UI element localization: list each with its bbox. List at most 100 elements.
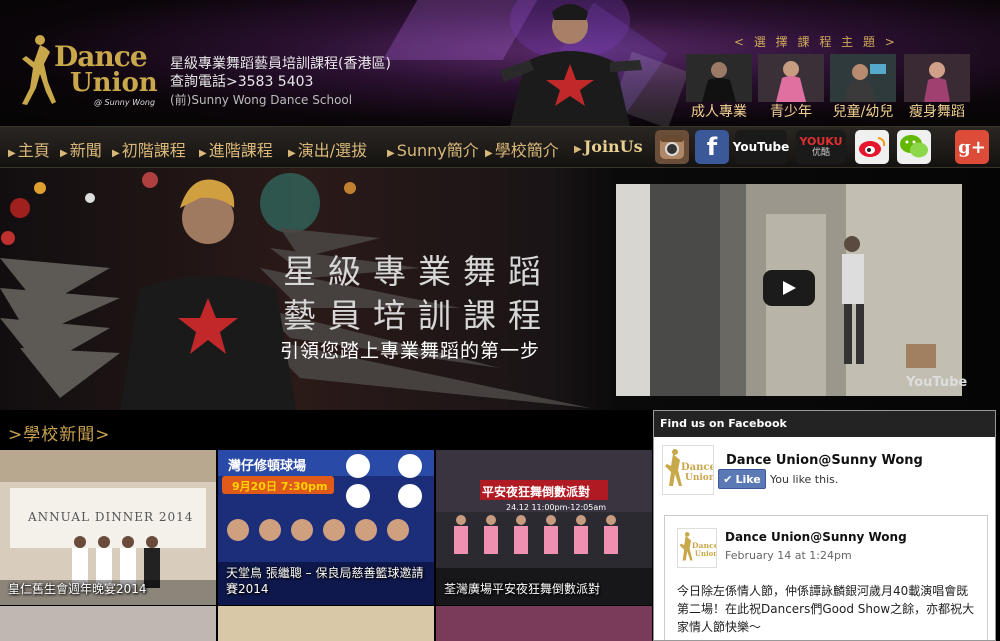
nav-label: 新聞 bbox=[69, 141, 102, 160]
news-item-xmas-party[interactable]: 平安夜狂舞倒數派對 24.12 11:00pm-12:05am 荃灣廣場平安夜狂… bbox=[436, 450, 652, 605]
info-title: 星級專業舞蹈藝員培訓課程(香港區) bbox=[170, 56, 391, 72]
logo-text-sunny: @ Sunny Wong bbox=[94, 98, 156, 107]
theme-slim-image bbox=[904, 54, 970, 102]
nav-arrow-icon: ▶ bbox=[288, 148, 296, 159]
news-heading: >學校新聞> bbox=[8, 425, 111, 445]
nav-arrow-icon: ▶ bbox=[485, 148, 493, 159]
googleplus-icon[interactable]: g+ bbox=[955, 130, 989, 164]
nav-label: 學校簡介 bbox=[494, 141, 559, 160]
facebook-post-author[interactable]: Dance Union@Sunny Wong bbox=[725, 530, 907, 544]
svg-text:Union: Union bbox=[695, 550, 717, 558]
main-nav: ▶ 主頁 ▶ 新聞 ▶ 初階課程 ▶ 進階課程 ▶ 演出/選拔 ▶ Sunny簡介 ▶ 學校簡… bbox=[0, 126, 1000, 168]
facebook-like-button[interactable]: ✔ Like bbox=[718, 469, 766, 489]
dance-union-logo-icon: Dance Union bbox=[679, 532, 717, 561]
news-item-annual-dinner[interactable]: ANNUAL DINNER 2014 皇仁舊生會週年晚宴2014 bbox=[0, 450, 216, 605]
info-former-school: (前)Sunny Wong Dance School bbox=[170, 93, 353, 107]
theme-teen-image bbox=[758, 54, 824, 102]
facebook-post-date[interactable]: February 14 at 1:24pm bbox=[725, 549, 852, 562]
svg-text:Dance: Dance bbox=[692, 541, 717, 550]
play-icon bbox=[783, 281, 796, 295]
video-play-button[interactable] bbox=[763, 270, 815, 306]
dancer-silhouette-icon bbox=[22, 35, 56, 105]
theme-slim[interactable]: 瘦身舞蹈 bbox=[904, 54, 970, 120]
googleplus-glyph: g+ bbox=[958, 136, 986, 158]
nav-item-school[interactable]: ▶ 學校簡介 bbox=[485, 137, 559, 161]
news-item-next[interactable] bbox=[218, 606, 434, 641]
theme-kids[interactable]: 兒童/幼兒 bbox=[830, 54, 896, 120]
theme-teen[interactable]: 青少年 bbox=[758, 54, 824, 120]
svg-text:Dance: Dance bbox=[681, 462, 714, 473]
wechat-icon[interactable] bbox=[897, 130, 931, 164]
nav-label: Sunny簡介 bbox=[396, 141, 479, 160]
theme-slim-label: 瘦身舞蹈 bbox=[909, 104, 965, 120]
logo-text-union: Union bbox=[70, 68, 158, 98]
news-caption: 荃灣廣場平安夜狂舞倒數派對 bbox=[444, 582, 601, 596]
weibo-glyph-icon bbox=[859, 137, 886, 157]
nav-label: 主頁 bbox=[17, 141, 50, 160]
nav-item-news[interactable]: ▶ 新聞 bbox=[60, 137, 102, 161]
nav-item-beginner[interactable]: ▶ 初階課程 bbox=[112, 137, 186, 161]
nav-item-home[interactable]: ▶ 主頁 bbox=[8, 137, 50, 161]
nav-arrow-icon: ▶ bbox=[387, 148, 395, 159]
site-header: Dance Union @ Sunny Wong 星級專業舞蹈藝員培訓課程(香港… bbox=[0, 0, 1000, 126]
news-item-next[interactable] bbox=[436, 606, 652, 641]
weibo-icon[interactable] bbox=[855, 130, 889, 164]
instagram-glyph-icon bbox=[660, 135, 684, 159]
news-banner-text: 平安夜狂舞倒數派對 bbox=[482, 485, 591, 499]
banner-title-line1: 星級專業舞蹈 bbox=[283, 252, 553, 291]
facebook-page-logo[interactable]: Dance Union bbox=[662, 445, 714, 495]
facebook-link-icon[interactable]: f bbox=[695, 130, 729, 164]
youku-sub-glyph: 优酷 bbox=[811, 148, 830, 158]
theme-adult[interactable]: 成人專業 bbox=[686, 54, 752, 120]
facebook-like-status: You like this. bbox=[770, 473, 839, 486]
theme-kids-label: 兒童/幼兒 bbox=[832, 104, 894, 120]
facebook-page-name[interactable]: Dance Union@Sunny Wong bbox=[726, 453, 923, 468]
news-date-text: 24.12 11:00pm-12:05am bbox=[506, 503, 607, 512]
news-date-text: 9月20日 7:30pm bbox=[232, 480, 328, 493]
thumbs-up-icon: ✔ bbox=[723, 472, 733, 486]
facebook-glyph: f bbox=[706, 133, 718, 161]
facebook-widget-title: Find us on Facebook bbox=[660, 417, 787, 430]
nav-arrow-icon: ▶ bbox=[8, 148, 16, 159]
nav-label: 初階課程 bbox=[121, 141, 186, 160]
youtube-watermark[interactable]: YouTube bbox=[906, 375, 967, 390]
news-item-next[interactable] bbox=[0, 606, 216, 641]
wechat-glyph-icon bbox=[900, 135, 928, 158]
nav-label: 演出/選拔 bbox=[297, 141, 368, 160]
school-info: 星級專業舞蹈藝員培訓課程(香港區) 查詢電話>3583 5403 (前)Sunn… bbox=[170, 55, 391, 109]
news-caption: 天堂鳥 張繼聰 – 保良局慈善籃球邀請賽2014 bbox=[226, 566, 424, 596]
theme-adult-label: 成人專業 bbox=[691, 104, 747, 120]
nav-arrow-icon: ▶ bbox=[574, 144, 582, 155]
youtube-glyph: YouTube bbox=[732, 140, 790, 154]
nav-item-advanced[interactable]: ▶ 進階課程 bbox=[199, 137, 273, 161]
news-item-basketball[interactable]: 灣仔修頓球場 9月20日 7:30pm 天堂鳥 張繼聰 – 保良局慈善籃球邀請賽… bbox=[218, 450, 434, 605]
banner-title-line2: 藝員培訓課程 bbox=[283, 296, 553, 335]
facebook-post-text: 今日除左係情人節，仲係譚詠麟銀河歲月40載演唱會既第二場！在此祝Dancers們… bbox=[677, 584, 975, 634]
banner-subtitle: 引領您踏上專業舞蹈的第一步 bbox=[280, 340, 541, 362]
news-banner-text: ANNUAL DINNER 2014 bbox=[28, 510, 194, 524]
nav-item-sunny[interactable]: ▶ Sunny簡介 bbox=[387, 137, 479, 161]
facebook-post: Dance Union Dance Union@Sunny Wong Febru… bbox=[664, 515, 988, 640]
nav-item-joinus[interactable]: ▶ JoinUs bbox=[574, 137, 643, 156]
nav-arrow-icon: ▶ bbox=[112, 148, 120, 159]
youtube-icon[interactable]: YouTube bbox=[732, 130, 790, 164]
facebook-widget: Find us on Facebook Dance Union Dance Un… bbox=[653, 410, 996, 641]
nav-item-performance[interactable]: ▶ 演出/選拔 bbox=[288, 137, 367, 161]
info-phone: 查詢電話>3583 5403 bbox=[170, 74, 314, 90]
facebook-widget-header: Find us on Facebook bbox=[654, 411, 995, 437]
instagram-icon[interactable] bbox=[655, 130, 689, 164]
theme-kids-image bbox=[830, 54, 896, 102]
theme-teen-label: 青少年 bbox=[770, 104, 812, 120]
facebook-post-avatar[interactable]: Dance Union bbox=[677, 528, 717, 568]
youku-glyph: YOUKU bbox=[799, 135, 843, 148]
site-logo[interactable]: Dance Union @ Sunny Wong bbox=[14, 30, 164, 110]
header-performer-image bbox=[500, 0, 642, 126]
facebook-like-label: Like bbox=[735, 472, 761, 486]
youku-icon[interactable]: YOUKU 优酷 bbox=[796, 130, 846, 164]
themes-title: < 選 擇 課 程 主 題 > bbox=[734, 35, 898, 49]
svg-text:Union: Union bbox=[685, 473, 714, 483]
nav-label: JoinUs bbox=[583, 137, 643, 156]
nav-arrow-icon: ▶ bbox=[60, 148, 68, 159]
news-banner-text: 灣仔修頓球場 bbox=[228, 459, 307, 474]
nav-arrow-icon: ▶ bbox=[199, 148, 207, 159]
